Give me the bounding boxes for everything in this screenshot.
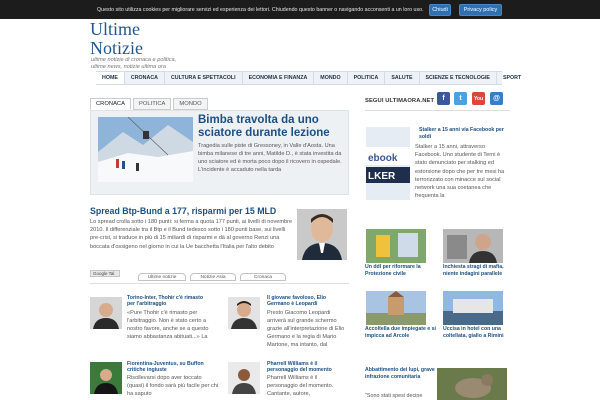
nav-item-cronaca[interactable]: CRONACA (125, 72, 165, 84)
mini-story-title[interactable]: Pharrell Williams è il personaggio del m… (267, 361, 349, 373)
facebook-icon[interactable]: f (437, 92, 450, 105)
sidebar-main-text: Stalker a 15 anni, attraverso Facebook. … (415, 144, 505, 200)
nav-item-sport[interactable]: SPORT (497, 72, 527, 84)
mini-story-title[interactable]: Fiorentina-Juventus, su Buffon critiche … (127, 361, 209, 373)
mini-story-text: Presto Giacomo Leopardi arriverà sul gra… (267, 310, 345, 348)
email-icon[interactable]: @ (490, 92, 503, 105)
featured-title[interactable]: Bimba travolta da uno sciatore durante l… (198, 114, 348, 139)
sidebar-thumb-caption[interactable]: Uccisa in hotel con una coltellata, gial… (443, 326, 515, 340)
cookie-banner: Questo sito utilizza cookies per miglior… (0, 0, 600, 19)
sidebar-main-image-label-1: ebook (368, 153, 398, 164)
google-translate-badge[interactable]: Google Tal (90, 270, 120, 277)
featured-text: Tragedia sulle piste di Gressoney, in Va… (198, 143, 342, 173)
twitter-icon[interactable]: t (454, 92, 467, 105)
sidebar-thumb[interactable] (443, 291, 503, 325)
mini-story-title[interactable]: Il giovane favoloso, Elio Germano è Leop… (267, 295, 349, 307)
sidebar-main-image-label-2: LKER (368, 171, 396, 182)
mini-story-text: Risollevarsi dopo aver toccato (quasi) i… (127, 375, 219, 397)
sidebar-heading: SEGUI ULTIMAORA.NET (365, 98, 435, 104)
tag-pill-ultime-notizie[interactable]: Ultime notizie (138, 273, 186, 281)
section-tabs: CRONACA POLITICA MONDO (90, 98, 208, 110)
story-title[interactable]: Spread Btp-Bund a 177, risparmi per 15 M… (90, 206, 300, 216)
sidebar-thumb[interactable] (443, 229, 503, 263)
sidebar-thumb-caption[interactable]: Accoltella due impiegate e si impicca ad… (365, 326, 437, 340)
tag-pill-notizie-asia[interactable]: Notizie Asia (190, 273, 236, 281)
mini-story-text: «Pure Thohir c'è rimasto per l'arbitragg… (127, 310, 209, 340)
story-text: Lo spread crolla sotto i 180 punti: si f… (90, 219, 293, 250)
sidebar-main-image[interactable]: ebook LKER (366, 127, 410, 200)
nav-item-salute[interactable]: SALUTE (385, 72, 420, 84)
privacy-policy-button[interactable]: Privacy policy (459, 4, 502, 16)
sidebar-main-title[interactable]: Stalker a 15 anni via Facebook per soldi (419, 127, 511, 140)
site-tagline: ultime notizie di cronaca e politica, ul… (91, 57, 211, 70)
mini-story-image[interactable] (90, 297, 122, 329)
tab-politica[interactable]: POLITICA (133, 98, 172, 110)
mini-story-text: Pharrell Williams è il personaggio del m… (267, 375, 334, 397)
sidebar-bottom-image[interactable] (437, 368, 507, 400)
nav-item-economia[interactable]: ECONOMIA E FINANZA (243, 72, 315, 84)
story-image[interactable] (297, 209, 347, 260)
featured-image[interactable] (98, 117, 193, 182)
tag-pill-cronaca[interactable]: Cronaca (240, 273, 286, 281)
nav-item-cultura[interactable]: CULTURA E SPETTACOLI (165, 72, 243, 84)
mini-story-title[interactable]: Torino-Inter, Thohir c'è rimasto per l'a… (127, 295, 207, 307)
sidebar-bottom-quote: "Sono stati spesi decine (365, 393, 423, 399)
nav-item-mondo[interactable]: MONDO (314, 72, 348, 84)
tab-mondo[interactable]: MONDO (173, 98, 208, 110)
nav-item-home[interactable]: HOME (96, 72, 125, 84)
sidebar-thumb-caption[interactable]: Un ddl per riformare la Protezione civil… (365, 264, 437, 278)
main-nav: HOME CRONACA CULTURA E SPETTACOLI ECONOM… (96, 71, 521, 85)
sidebar-thumb-caption[interactable]: Inchiesta stragi di mafia, niente indagi… (443, 264, 515, 278)
divider (90, 283, 349, 284)
sidebar-thumb[interactable] (366, 291, 426, 325)
nav-item-scienze[interactable]: SCIENZE E TECNOLOGIE (420, 72, 497, 84)
tab-cronaca[interactable]: CRONACA (90, 98, 131, 110)
youtube-icon[interactable]: You (472, 92, 485, 105)
cookie-close-button[interactable]: Chiudi (429, 4, 451, 16)
site-title-line2: Notizie (90, 38, 143, 58)
sidebar-bottom-caption[interactable]: Abbattimento dei lupi, grave infrazione … (365, 367, 435, 381)
mini-story-image[interactable] (90, 362, 122, 394)
sidebar-divider (365, 110, 510, 111)
nav-item-politica[interactable]: POLITICA (348, 72, 386, 84)
site-title[interactable]: Ultime Notizie (90, 20, 190, 58)
mini-story-image[interactable] (228, 362, 260, 394)
site-tagline-line2: ultime news, notizie ultima ora (91, 63, 166, 70)
site-title-line1: Ultime (90, 19, 140, 39)
mini-story-image[interactable] (228, 297, 260, 329)
sidebar-thumb[interactable] (366, 229, 426, 263)
featured-story: Bimba travolta da uno sciatore durante l… (90, 110, 349, 195)
cookie-text: Questo sito utilizza cookies per miglior… (97, 6, 424, 13)
